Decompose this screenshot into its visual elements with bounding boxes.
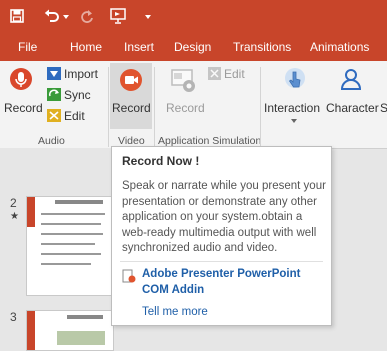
audio-group-label: Audio	[38, 135, 65, 147]
customize-qat-icon[interactable]	[145, 14, 151, 20]
separator	[154, 67, 155, 147]
tab-home[interactable]: Home	[70, 40, 102, 54]
save-icon[interactable]	[10, 9, 24, 23]
interaction-icon	[285, 68, 305, 88]
character-label: Character	[326, 101, 379, 115]
addin-icon	[122, 269, 136, 283]
next-button-label-partial[interactable]: S	[380, 101, 387, 115]
thumb-text-line	[41, 223, 101, 225]
slide-thumbnail[interactable]	[26, 310, 114, 351]
tell-me-more-link[interactable]: Tell me more	[142, 306, 208, 318]
slide-thumbnail[interactable]	[26, 196, 114, 296]
audio-edit-icon	[47, 109, 61, 122]
audio-record-label: Record	[4, 101, 43, 115]
tab-animations[interactable]: Animations	[310, 40, 369, 54]
record-tooltip: Record Now ! Speak or narrate while you …	[111, 146, 332, 326]
slide-thumbnail-pane[interactable]: 2 ★ 3	[0, 148, 114, 351]
import-label: Import	[64, 67, 99, 81]
thumb-text-line	[41, 213, 105, 215]
screen-record-icon	[171, 69, 195, 92]
tooltip-divider	[120, 261, 323, 262]
sync-icon	[47, 88, 61, 101]
microphone-icon	[10, 68, 32, 90]
app-sim-edit-label: Edit	[224, 67, 245, 81]
slide-star-icon: ★	[10, 211, 19, 222]
slide-number: 3	[10, 310, 17, 324]
title-bar	[0, 0, 387, 35]
app-sim-record-label: Record	[166, 101, 205, 115]
thumb-heading	[55, 200, 103, 204]
separator	[108, 67, 109, 147]
slide-number: 2	[10, 196, 17, 210]
app-sim-edit-icon	[208, 67, 221, 80]
separator	[260, 67, 261, 147]
thumb-accent	[27, 197, 35, 227]
audio-edit-label: Edit	[64, 109, 85, 123]
tooltip-body: Speak or narrate while you present your …	[122, 180, 326, 254]
thumb-image	[57, 331, 105, 345]
redo-icon[interactable]	[80, 9, 94, 23]
thumb-text-line	[41, 243, 95, 245]
ribbon: Record Import Sync Edit Audio Record Vid…	[0, 61, 387, 149]
tab-design[interactable]: Design	[174, 40, 211, 54]
tab-transitions[interactable]: Transitions	[233, 40, 291, 54]
tab-insert[interactable]: Insert	[124, 40, 154, 54]
chevron-down-icon	[291, 119, 297, 123]
present-icon[interactable]	[110, 8, 126, 24]
thumb-heading	[67, 315, 103, 319]
video-record-label: Record	[112, 101, 151, 115]
ribbon-tabs: File Home Insert Design Transitions Anim…	[0, 35, 387, 61]
video-record-icon	[120, 69, 142, 91]
tooltip-title: Record Now !	[122, 154, 200, 168]
character-icon	[340, 69, 362, 90]
interaction-label: Interaction	[264, 101, 321, 115]
undo-dropdown-icon[interactable]	[63, 15, 69, 19]
thumb-accent	[27, 311, 35, 350]
addin-name: Adobe Presenter PowerPoint COM Addin	[142, 268, 301, 296]
undo-icon[interactable]	[44, 9, 60, 23]
thumb-text-line	[41, 263, 91, 265]
thumb-text-line	[41, 233, 103, 235]
sync-label: Sync	[64, 88, 91, 102]
tab-file[interactable]: File	[18, 40, 37, 54]
thumb-text-line	[41, 253, 101, 255]
import-icon	[47, 67, 61, 80]
